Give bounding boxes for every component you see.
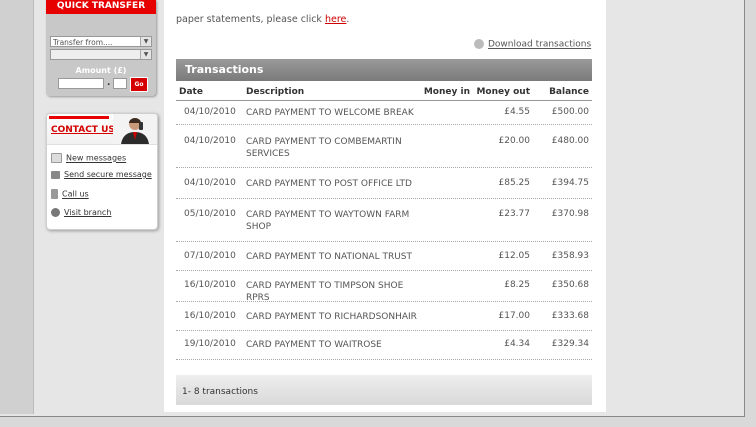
quick-transfer-panel: QUICK TRANSFER Transfer from.... ▼ ▼ Amo…	[46, 0, 156, 96]
col-balance: Balance	[549, 87, 589, 97]
cell-money-out: £17.00	[498, 311, 531, 321]
cell-balance: £333.68	[551, 311, 589, 321]
table-row: 16/10/2010 CARD PAYMENT TO RICHARDSONHAIR…	[176, 302, 592, 331]
table-row: 05/10/2010 CARD PAYMENT TO WAYTOWN FARM S…	[176, 199, 592, 242]
visit-branch-link[interactable]: Visit branch	[51, 208, 111, 217]
cell-description: CARD PAYMENT TO RICHARDSONHAIR	[246, 312, 417, 322]
chevron-down-icon[interactable]: ▼	[140, 37, 151, 46]
chevron-down-icon[interactable]: ▼	[140, 50, 151, 59]
here-link[interactable]: here	[325, 14, 346, 25]
transactions-footer: 1- 8 transactions	[176, 375, 592, 405]
cell-date: 19/10/2010	[184, 339, 236, 349]
table-row: 16/10/2010 CARD PAYMENT TO TIMPSON SHOE R…	[176, 271, 592, 303]
envelope-icon	[51, 153, 62, 163]
go-button[interactable]: Go	[130, 77, 148, 92]
table-row: 19/10/2010 CARD PAYMENT TO WAITROSE £4.34 £…	[176, 331, 592, 360]
contact-header: CONTACT US	[47, 114, 157, 145]
cell-money-out: £12.05	[498, 251, 531, 261]
cell-date: 16/10/2010	[184, 311, 236, 321]
cell-date: 16/10/2010	[184, 280, 236, 290]
cell-description: CARD PAYMENT TO TIMPSON SHOE RPRS	[246, 281, 404, 303]
cell-balance: £329.34	[551, 339, 589, 349]
contact-accent-bar	[49, 116, 109, 119]
statements-intro: paper statements, please click here.	[176, 14, 350, 25]
cell-date: 07/10/2010	[184, 251, 236, 261]
cell-date: 04/10/2010	[184, 136, 236, 146]
cell-balance: £480.00	[551, 136, 589, 146]
cell-balance: £350.68	[551, 280, 589, 290]
table-row: 07/10/2010 CARD PAYMENT TO NATIONAL TRUST…	[176, 242, 592, 271]
transfer-from-value: Transfer from....	[53, 38, 113, 47]
cell-description: CARD PAYMENT TO POST OFFICE LTD	[246, 179, 412, 189]
cell-description: CARD PAYMENT TO WELCOME BREAK	[246, 108, 414, 118]
transactions-header: Transactions	[176, 59, 592, 81]
table-header: Date Description Money in Money out Bala…	[176, 83, 592, 101]
table-row: 04/10/2010 CARD PAYMENT TO COMBEMARTIN SE…	[176, 125, 592, 168]
send-secure-message-link[interactable]: Send secure message	[51, 170, 152, 179]
transfer-from-select[interactable]: Transfer from.... ▼	[50, 36, 152, 47]
cell-money-out: £4.55	[504, 107, 530, 117]
cell-description: CARD PAYMENT TO WAITROSE	[246, 340, 382, 350]
cell-description: CARD PAYMENT TO COMBEMARTIN SERVICES	[246, 137, 402, 159]
cell-balance: £394.75	[551, 178, 589, 188]
phone-icon	[51, 189, 58, 199]
amount-label: Amount (£)	[75, 66, 127, 75]
cell-date: 04/10/2010	[184, 178, 236, 188]
amount-pence-input[interactable]	[113, 78, 127, 89]
arrow-icon	[51, 170, 60, 179]
col-date: Date	[179, 87, 203, 97]
cell-balance: £500.00	[551, 107, 589, 117]
quick-transfer-title: QUICK TRANSFER	[46, 0, 156, 14]
globe-icon	[51, 208, 60, 217]
col-description: Description	[246, 87, 305, 97]
decimal-point: .	[107, 78, 111, 88]
cell-description: CARD PAYMENT TO WAYTOWN FARM SHOP	[246, 210, 410, 232]
cell-money-out: £8.25	[504, 280, 530, 290]
new-messages-link[interactable]: New messages	[51, 153, 126, 163]
left-margin	[0, 0, 34, 414]
col-money-out: Money out	[476, 87, 530, 97]
contact-us-panel: CONTACT US New messages Send secure mess…	[46, 113, 158, 230]
advisor-photo	[113, 114, 157, 144]
cell-date: 05/10/2010	[184, 209, 236, 219]
cell-balance: £370.98	[551, 209, 589, 219]
table-row: 04/10/2010 CARD PAYMENT TO POST OFFICE LT…	[176, 168, 592, 199]
col-money-in: Money in	[423, 87, 470, 97]
download-icon	[474, 39, 484, 49]
table-row: 04/10/2010 CARD PAYMENT TO WELCOME BREAK £…	[176, 101, 592, 125]
cell-money-out: £4.34	[504, 339, 530, 349]
cell-description: CARD PAYMENT TO NATIONAL TRUST	[246, 252, 413, 262]
cell-money-out: £20.00	[498, 136, 531, 146]
contact-us-link[interactable]: CONTACT US	[51, 125, 115, 135]
transfer-to-select[interactable]: ▼	[50, 49, 152, 60]
amount-pounds-input[interactable]	[58, 78, 104, 89]
call-us-link[interactable]: Call us	[51, 189, 89, 199]
cell-balance: £358.93	[551, 251, 589, 261]
cell-money-out: £23.77	[498, 209, 531, 219]
cell-date: 04/10/2010	[184, 107, 236, 117]
cell-money-out: £85.25	[498, 178, 531, 188]
download-transactions-link[interactable]: Download transactions	[474, 39, 591, 50]
